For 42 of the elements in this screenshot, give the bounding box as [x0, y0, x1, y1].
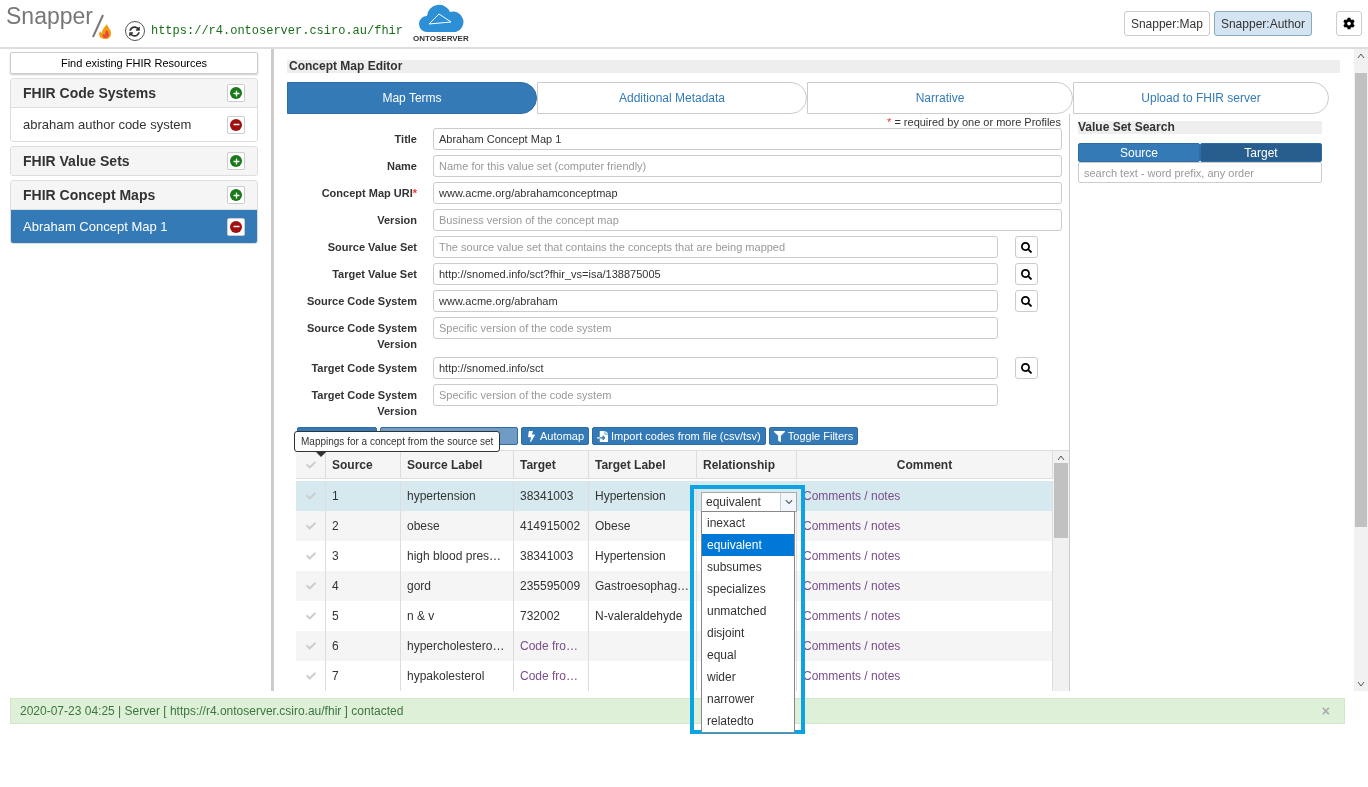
field-label: Version	[376, 213, 417, 228]
field-label: Concept Map URI*	[320, 186, 417, 201]
table-cell: 414915002	[514, 511, 589, 541]
server-url: https://r4.ontoserver.csiro.au/fhir	[150, 24, 403, 38]
table-cell: 1	[326, 481, 401, 511]
field-label: Name	[386, 159, 417, 174]
server-logo-text: ONTOSERVER	[413, 34, 469, 43]
field-label: Source Value Set	[326, 240, 417, 255]
table-cell: 38341003	[514, 481, 589, 511]
app-logo: Snapper	[6, 3, 93, 30]
table-cell: Code fro…	[514, 631, 589, 661]
field-label: Title	[393, 132, 417, 147]
table-cell: Obese	[589, 511, 697, 541]
field-label: Source Code System	[305, 294, 417, 309]
table-cell: hypercholestero…	[401, 631, 514, 661]
column-header: Relationship	[697, 451, 797, 479]
column-header: Comment	[797, 451, 1053, 479]
table-cell: gord	[401, 571, 514, 601]
column-header: Target Label	[589, 451, 697, 479]
table-cell: 235595009	[514, 571, 589, 601]
table-cell: Hypertension	[589, 481, 697, 511]
table-cell: Gastroesophag…	[589, 571, 697, 601]
field-label: Target Code System	[310, 361, 417, 376]
field-label: Target Value Set	[331, 267, 417, 282]
column-header: Target	[514, 451, 589, 479]
panel-title: FHIR Value Sets	[23, 153, 130, 169]
column-header: Source	[326, 451, 401, 479]
required-note: * = required by one or more Profiles	[887, 116, 1061, 128]
field-label: Target Code System Version	[310, 388, 417, 419]
table-cell: 4	[326, 571, 401, 601]
panel-title: FHIR Code Systems	[23, 85, 157, 101]
table-cell: obese	[401, 511, 514, 541]
table-cell: hypertension	[401, 481, 514, 511]
tooltip: Mappings for a concept from the source set	[294, 431, 501, 452]
status-message: 2020-07-23 04:25 | Server [ https://r4.ontoserver.csiro.au/fhir ] contacted	[20, 704, 404, 718]
field-label: Source Code System Version	[305, 321, 417, 352]
panel-title: Value Set Search	[1078, 121, 1322, 134]
panel-title: FHIR Concept Maps	[23, 187, 156, 203]
table-cell: 2	[326, 511, 401, 541]
editor-title: Concept Map Editor	[287, 60, 1340, 73]
column-header: Source Label	[401, 451, 514, 479]
table-cell: 6	[326, 631, 401, 661]
